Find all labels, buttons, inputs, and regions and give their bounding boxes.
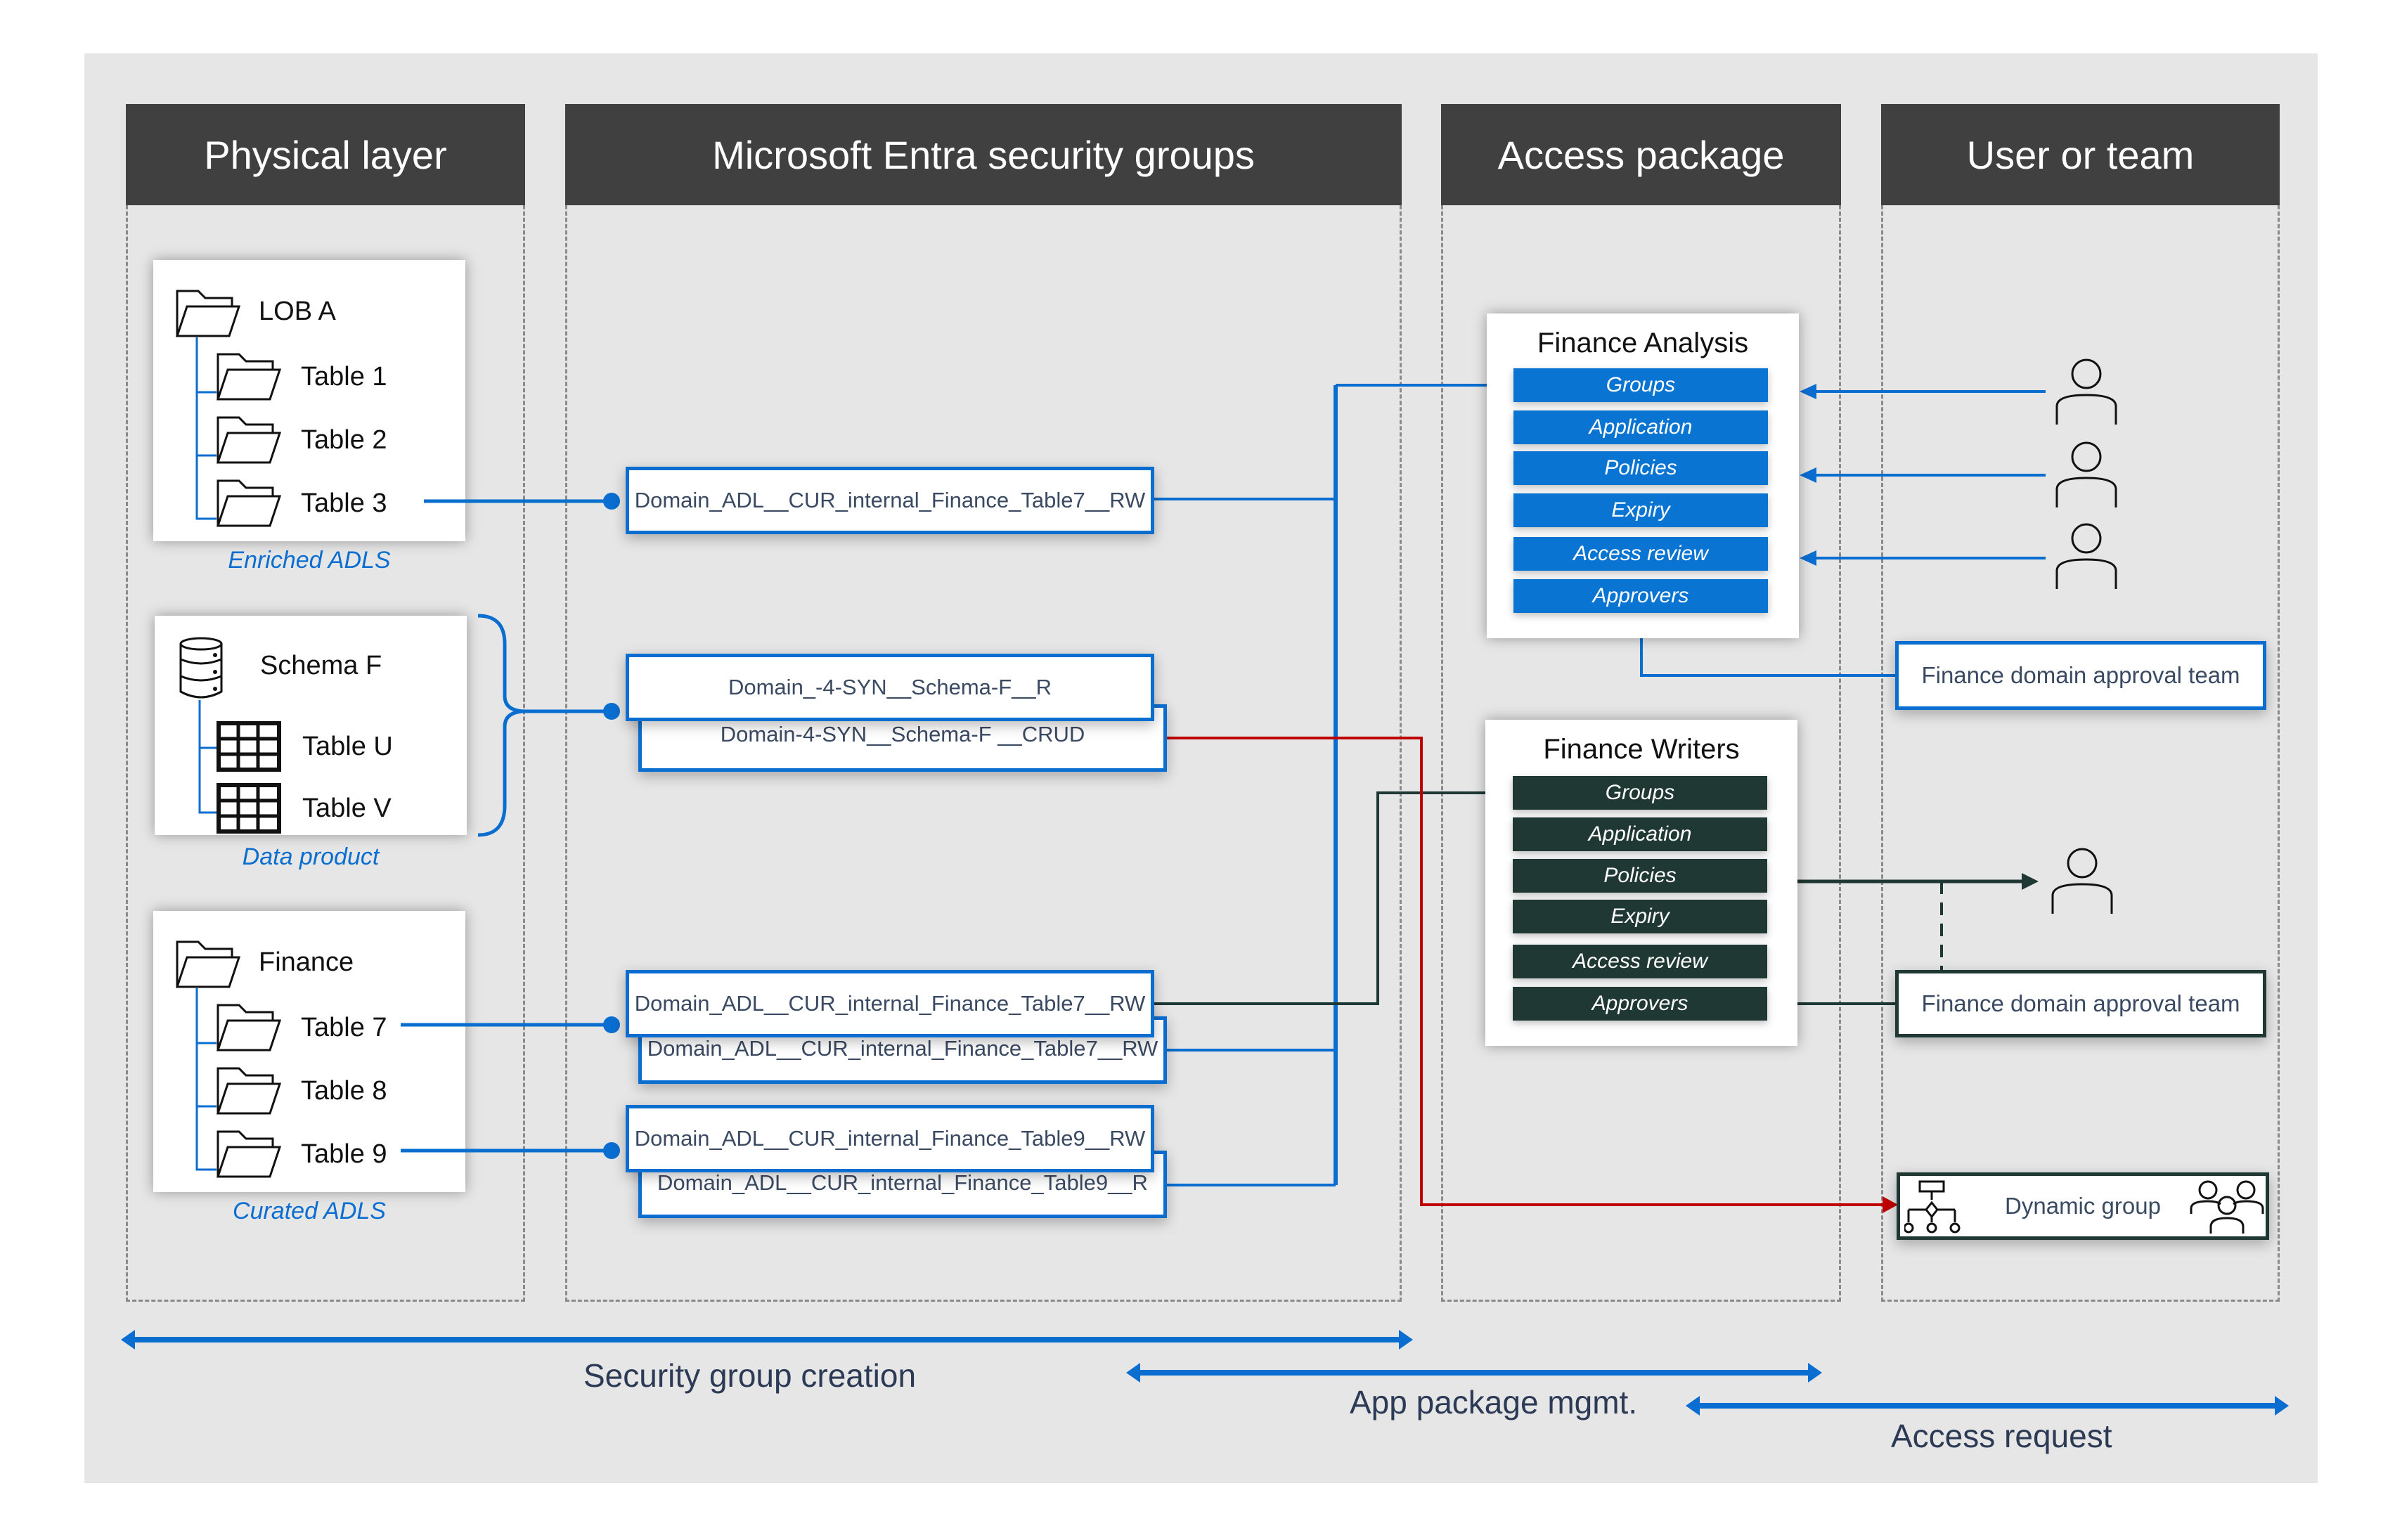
security-group-box[interactable]: Domain_-4-SYN__Schema-F__R [626,654,1154,721]
package-item-application[interactable]: Application [1513,410,1768,444]
connector-to-fw-groups [1153,791,1513,1005]
package-item-policies[interactable]: Policies [1513,451,1768,485]
connector-dot [603,493,620,510]
schema-brace [477,614,527,837]
security-group-label: Domain_ADL__CUR_internal_Finance_Table7_… [647,1036,1158,1061]
package-item-expiry[interactable]: Expiry [1513,493,1768,527]
approval-team-box[interactable]: Finance domain approval team [1895,641,2266,710]
security-group-label: Domain-4-SYN__Schema-F __CRUD [720,722,1085,746]
group-icon [2190,1180,2264,1234]
phase-label-app-package-mgmt: App package mgmt. [1350,1384,1638,1421]
package-item-access-review[interactable]: Access review [1513,945,1767,978]
hierarchy-icon [1904,1180,1961,1234]
security-group-box[interactable]: Domain_ADL__CUR_internal_Finance_Table9_… [626,1105,1154,1172]
access-package-title: Finance Analysis [1537,328,1749,358]
package-item-application[interactable]: Application [1513,817,1767,851]
package-item-policies[interactable]: Policies [1513,859,1767,893]
connector-dot [603,1142,620,1159]
dynamic-group-label: Dynamic group [2005,1193,2161,1219]
phase-arrow-access-request [1686,1396,2289,1416]
user-icon [2055,441,2117,507]
package-item-expiry[interactable]: Expiry [1513,900,1767,933]
arrowhead [1800,384,1816,399]
security-group-box[interactable]: Domain_ADL__CUR_internal_Finance_Table7_… [626,467,1154,534]
package-item-groups[interactable]: Groups [1513,368,1768,402]
phase-label-security-group-creation: Security group creation [583,1357,917,1394]
access-package-finance-analysis[interactable]: Finance Analysis Groups Application Poli… [1487,313,1799,638]
access-package-title: Finance Writers [1543,734,1740,765]
arrowhead [2022,873,2039,890]
connector-layer [121,384,2289,1416]
package-item-approvers[interactable]: Approvers [1513,579,1768,613]
dynamic-group-box[interactable]: Dynamic group [1897,1172,2269,1240]
user-icon [2055,523,2117,589]
phase-label-access-request: Access request [1891,1418,2112,1454]
arrowhead [1800,467,1816,483]
user-icon [2055,358,2117,425]
phase-arrow-security [121,1330,1413,1350]
connector-dot [603,703,620,720]
security-group-box[interactable]: Domain_ADL__CUR_internal_Finance_Table7_… [626,970,1154,1037]
arrowhead [1883,1196,1898,1213]
package-item-approvers[interactable]: Approvers [1513,987,1767,1021]
access-package-finance-writers[interactable]: Finance Writers Groups Application Polic… [1485,720,1797,1046]
user-icon [2051,848,2113,914]
phase-arrow-app-package [1126,1363,1822,1383]
package-item-groups[interactable]: Groups [1513,776,1767,810]
security-group-label: Domain_ADL__CUR_internal_Finance_Table9_… [657,1170,1148,1195]
package-item-access-review[interactable]: Access review [1513,537,1768,571]
approval-team-box[interactable]: Finance domain approval team [1895,970,2266,1037]
arrowhead [1800,550,1816,566]
connector-dot [603,1016,620,1033]
